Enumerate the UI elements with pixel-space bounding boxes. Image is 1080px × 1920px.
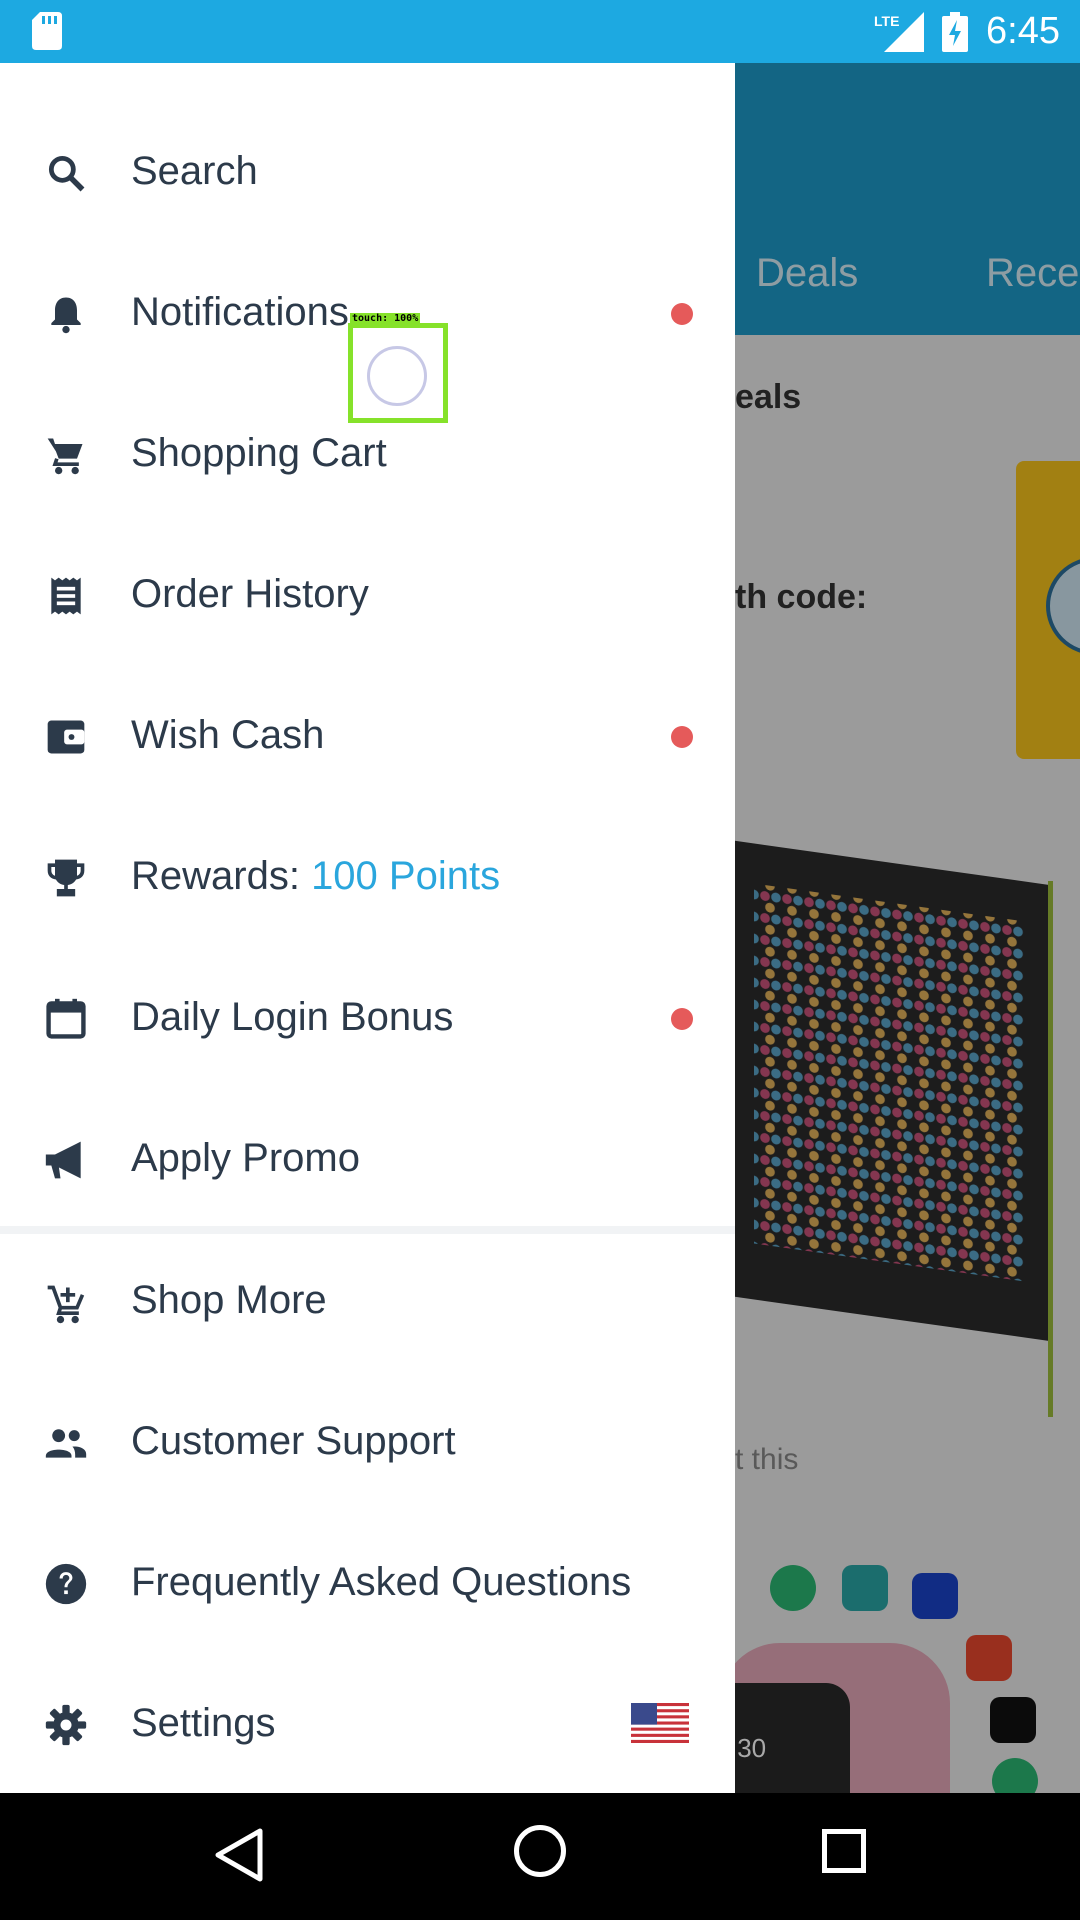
- system-nav-bar: [0, 1793, 1080, 1920]
- menu-item-label: Rewards: 100 Points: [131, 854, 500, 899]
- menu-item-label: Notifications: [131, 290, 349, 334]
- drawer-divider: [0, 1226, 735, 1234]
- menu-item-faq[interactable]: Frequently Asked Questions: [0, 1514, 735, 1654]
- menu-item-order-history[interactable]: Order History: [0, 526, 735, 666]
- add-cart-icon: [47, 1285, 85, 1324]
- menu-item-rewards[interactable]: Rewards: 100 Points: [0, 808, 735, 948]
- cart-icon: [47, 438, 83, 475]
- help-icon: [45, 1563, 87, 1605]
- network-type: LTE: [874, 13, 899, 29]
- menu-item-wish-cash[interactable]: Wish Cash: [0, 667, 735, 807]
- menu-item-daily-login-bonus[interactable]: Daily Login Bonus: [0, 949, 735, 1089]
- touch-indicator-circle: [367, 346, 427, 406]
- calendar-icon: [46, 998, 86, 1039]
- sd-card-icon: [32, 12, 62, 50]
- people-icon: [45, 1429, 87, 1458]
- menu-item-label: Shopping Cart: [131, 431, 387, 475]
- trophy-icon: [47, 859, 85, 897]
- status-bar: LTE 6:45: [0, 0, 1080, 63]
- menu-item-label: Search: [131, 149, 258, 193]
- menu-item-label: Customer Support: [131, 1419, 456, 1463]
- menu-item-search[interactable]: Search: [0, 103, 735, 243]
- menu-item-settings[interactable]: Settings: [0, 1655, 735, 1795]
- rewards-points: 100 Points: [311, 854, 501, 898]
- us-flag-icon[interactable]: [631, 1703, 689, 1743]
- menu-item-apply-promo[interactable]: Apply Promo: [0, 1090, 735, 1230]
- status-time: 6:45: [986, 10, 1060, 52]
- receipt-icon: [51, 577, 81, 615]
- back-icon[interactable]: [210, 1825, 270, 1885]
- rewards-label: Rewards:: [131, 854, 312, 898]
- notification-badge: [671, 303, 693, 325]
- menu-item-label: Order History: [131, 572, 369, 616]
- menu-item-label: Settings: [131, 1701, 276, 1745]
- touch-indicator-label: touch: 100%: [350, 313, 421, 325]
- notification-badge: [671, 726, 693, 748]
- search-icon: [48, 155, 85, 192]
- menu-item-label: Wish Cash: [131, 713, 325, 757]
- lte-signal-icon: LTE: [874, 12, 924, 52]
- megaphone-icon: [45, 1141, 81, 1179]
- menu-item-customer-support[interactable]: Customer Support: [0, 1373, 735, 1513]
- home-icon[interactable]: [514, 1825, 566, 1877]
- bell-icon: [51, 297, 81, 334]
- menu-item-label: Apply Promo: [131, 1136, 360, 1180]
- menu-item-shop-more[interactable]: Shop More: [0, 1234, 735, 1374]
- menu-item-label: Frequently Asked Questions: [131, 1560, 632, 1604]
- menu-item-label: Shop More: [131, 1278, 327, 1322]
- wallet-icon: [47, 720, 85, 754]
- gear-icon: [45, 1704, 87, 1746]
- menu-item-label: Daily Login Bonus: [131, 995, 454, 1039]
- notification-badge: [671, 1008, 693, 1030]
- recent-apps-icon[interactable]: [822, 1829, 866, 1873]
- battery-charging-icon: [942, 12, 968, 52]
